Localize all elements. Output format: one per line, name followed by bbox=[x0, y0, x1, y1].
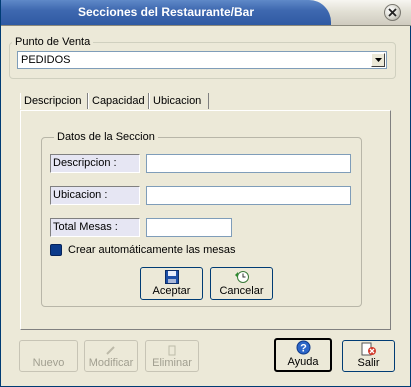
ayuda-button[interactable]: ? Ayuda bbox=[274, 338, 332, 372]
tab-ubicacion[interactable]: Ubicacion bbox=[149, 93, 209, 109]
salir-label: Salir bbox=[357, 357, 380, 369]
salir-button[interactable]: Salir bbox=[342, 340, 395, 372]
tab-capacidad-label: Capacidad bbox=[92, 95, 145, 107]
dropdown-arrow-button[interactable] bbox=[371, 53, 385, 67]
ayuda-label: Ayuda bbox=[287, 356, 319, 368]
datos-seccion-legend: Datos de la Seccion bbox=[54, 131, 158, 143]
descripcion-label: Descripcion : bbox=[50, 154, 140, 173]
crear-mesas-label: Crear automáticamente las mesas bbox=[68, 244, 236, 256]
chevron-down-icon bbox=[374, 58, 382, 62]
svg-text:?: ? bbox=[300, 343, 307, 355]
close-button[interactable] bbox=[384, 4, 401, 21]
total-mesas-input[interactable] bbox=[146, 218, 232, 237]
cancelar-label: Cancelar bbox=[219, 285, 264, 297]
ubicacion-input[interactable] bbox=[146, 186, 351, 205]
crear-mesas-checkbox[interactable] bbox=[50, 244, 62, 256]
exit-door-icon bbox=[361, 342, 376, 356]
total-mesas-label: Total Mesas : bbox=[50, 218, 140, 237]
punto-venta-select[interactable]: PEDIDOS bbox=[17, 51, 387, 69]
modificar-button[interactable]: Modificar bbox=[84, 340, 138, 372]
aceptar-button[interactable]: Aceptar bbox=[140, 267, 203, 300]
descripcion-input[interactable] bbox=[146, 154, 351, 173]
dialog-window: Secciones del Restaurante/Bar Punto de V… bbox=[0, 0, 411, 387]
eliminar-button[interactable]: Eliminar bbox=[145, 340, 199, 372]
trash-icon bbox=[168, 345, 176, 356]
ubicacion-label: Ubicacion : bbox=[50, 186, 140, 205]
eliminar-label: Eliminar bbox=[152, 357, 192, 369]
floppy-disk-icon bbox=[164, 270, 179, 284]
tab-descripcion[interactable]: Descripcion bbox=[20, 93, 88, 109]
nuevo-label: Nuevo bbox=[32, 357, 65, 369]
modificar-label: Modificar bbox=[88, 357, 134, 369]
tab-strip: Descripcion Capacidad Ubicacion bbox=[20, 93, 390, 111]
window-title: Secciones del Restaurante/Bar bbox=[77, 5, 255, 19]
title-bar[interactable]: Secciones del Restaurante/Bar bbox=[1, 0, 411, 26]
cancelar-button[interactable]: Cancelar bbox=[210, 267, 273, 300]
nuevo-button[interactable]: Nuevo bbox=[19, 340, 78, 372]
punto-venta-legend: Punto de Venta bbox=[12, 36, 94, 48]
edit-icon bbox=[106, 346, 115, 355]
tab-capacidad[interactable]: Capacidad bbox=[88, 93, 149, 109]
tab-descripcion-label: Descripcion bbox=[24, 95, 82, 107]
punto-venta-value: PEDIDOS bbox=[21, 54, 71, 66]
aceptar-label: Aceptar bbox=[152, 285, 191, 297]
close-icon bbox=[388, 8, 397, 17]
tab-ubicacion-label: Ubicacion bbox=[153, 95, 202, 107]
undo-clock-icon bbox=[234, 271, 249, 283]
question-icon: ? bbox=[296, 340, 310, 355]
